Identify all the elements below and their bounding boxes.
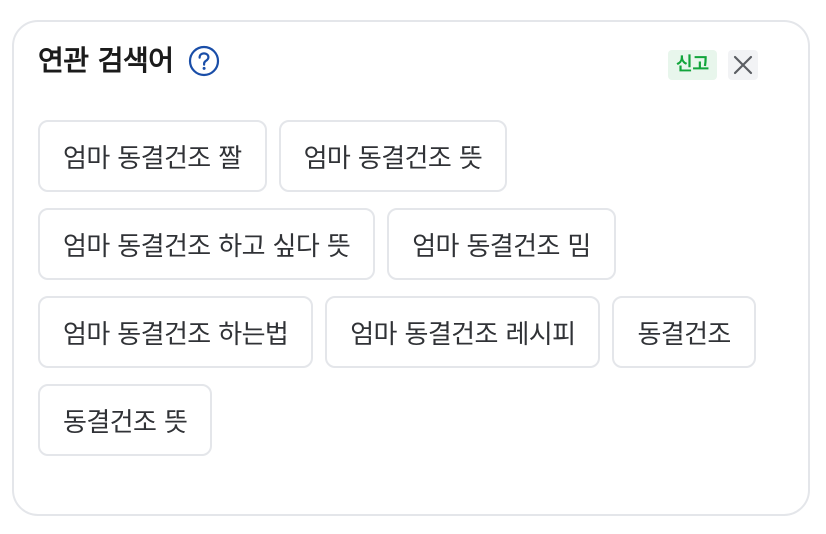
related-search-chip[interactable]: 동결건조 (612, 296, 756, 368)
related-search-chip[interactable]: 엄마 동결건조 레시피 (325, 296, 601, 368)
related-search-chip[interactable]: 엄마 동결건조 뜻 (278, 120, 508, 192)
related-search-chip[interactable]: 엄마 동결건조 밈 (387, 208, 616, 280)
close-icon (733, 55, 753, 75)
related-search-chip[interactable]: 동결건조 뜻 (38, 384, 213, 456)
related-search-chip[interactable]: 엄마 동결건조 하고 싶다 뜻 (38, 208, 376, 280)
panel-title: 연관 검색어 (38, 44, 174, 77)
close-button[interactable] (728, 50, 758, 80)
question-circle-icon[interactable] (188, 45, 220, 77)
related-search-chip[interactable]: 엄마 동결건조 짤 (38, 120, 267, 192)
report-button[interactable]: 신고 (668, 50, 718, 80)
panel-header: 연관 검색어 (38, 44, 220, 78)
related-search-chip[interactable]: 엄마 동결건조 하는법 (38, 296, 314, 368)
related-search-list: 엄마 동결건조 짤 엄마 동결건조 뜻 엄마 동결건조 하고 싶다 뜻 엄마 동… (38, 120, 768, 456)
